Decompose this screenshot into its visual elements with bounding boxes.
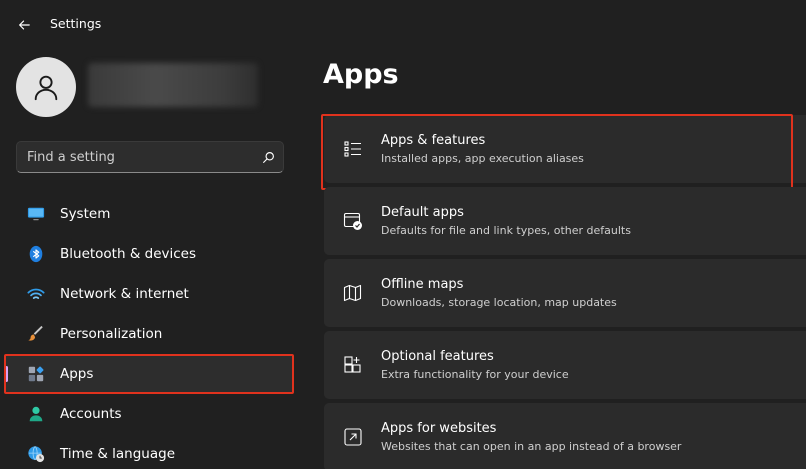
list-icon <box>342 138 364 160</box>
card-apps-features[interactable]: Apps & features Installed apps, app exec… <box>321 114 806 190</box>
card-title: Offline maps <box>381 277 464 292</box>
sidebar-nav: System Bluetooth & devices Network & int… <box>4 194 294 469</box>
card-offline-maps[interactable]: Offline maps Downloads, storage location… <box>324 259 806 327</box>
person-icon <box>26 404 46 424</box>
sidebar: System Bluetooth & devices <box>0 48 300 469</box>
settings-card-list: Apps & features Installed apps, app exec… <box>321 114 806 469</box>
page-title: Apps <box>323 59 399 90</box>
card-title: Default apps <box>381 205 464 220</box>
sidebar-item-label: System <box>60 206 111 222</box>
default-apps-icon <box>342 210 364 232</box>
sidebar-item-label: Bluetooth & devices <box>60 246 197 262</box>
person-outline-icon <box>34 75 58 101</box>
app-title: Settings <box>50 16 102 31</box>
sidebar-item-personalization[interactable]: Personalization <box>4 314 294 354</box>
card-subtitle: Defaults for file and link types, other … <box>381 224 631 237</box>
card-default-apps[interactable]: Default apps Defaults for file and link … <box>324 187 806 255</box>
card-apps-for-websites[interactable]: Apps for websites Websites that can open… <box>324 403 806 469</box>
search-input[interactable] <box>17 142 253 172</box>
globe-clock-icon <box>26 444 46 464</box>
card-subtitle: Extra functionality for your device <box>381 368 569 381</box>
monitor-icon <box>26 204 46 224</box>
sidebar-item-label: Apps <box>60 366 94 382</box>
sidebar-item-apps[interactable]: Apps <box>4 354 294 394</box>
map-icon <box>342 282 364 304</box>
wifi-icon <box>26 284 46 304</box>
grid-plus-icon <box>342 354 364 376</box>
search-icon[interactable] <box>253 142 283 172</box>
main-content: Apps Apps & features Installed apps, app… <box>300 48 806 469</box>
open-external-icon <box>342 426 364 448</box>
brush-icon <box>26 324 46 344</box>
apps-icon <box>26 364 46 384</box>
card-subtitle: Websites that can open in an app instead… <box>381 440 682 453</box>
title-bar: Settings <box>0 0 806 48</box>
card-title: Apps & features <box>381 133 486 148</box>
sidebar-item-system[interactable]: System <box>4 194 294 234</box>
sidebar-item-bluetooth[interactable]: Bluetooth & devices <box>4 234 294 274</box>
sidebar-item-accounts[interactable]: Accounts <box>4 394 294 434</box>
card-subtitle: Installed apps, app execution aliases <box>381 152 584 165</box>
settings-window: Settings Find a setting System Bluetooth… <box>0 0 806 469</box>
card-title: Apps for websites <box>381 421 497 436</box>
sidebar-item-label: Accounts <box>60 406 122 422</box>
arrow-left-icon <box>19 20 30 30</box>
card-subtitle: Downloads, storage location, map updates <box>381 296 617 309</box>
back-button[interactable] <box>10 12 38 38</box>
sidebar-item-label: Network & internet <box>60 286 189 302</box>
avatar[interactable] <box>16 57 76 117</box>
card-optional-features[interactable]: Optional features Extra functionality fo… <box>324 331 806 399</box>
account-name-redacted <box>88 63 258 107</box>
search-box[interactable] <box>16 141 284 173</box>
bluetooth-icon <box>26 244 46 264</box>
card-title: Optional features <box>381 349 494 364</box>
sidebar-item-label: Time & language <box>60 446 176 462</box>
sidebar-item-network[interactable]: Network & internet <box>4 274 294 314</box>
sidebar-item-label: Personalization <box>60 326 163 342</box>
sidebar-item-time-language[interactable]: Time & language <box>4 434 294 469</box>
